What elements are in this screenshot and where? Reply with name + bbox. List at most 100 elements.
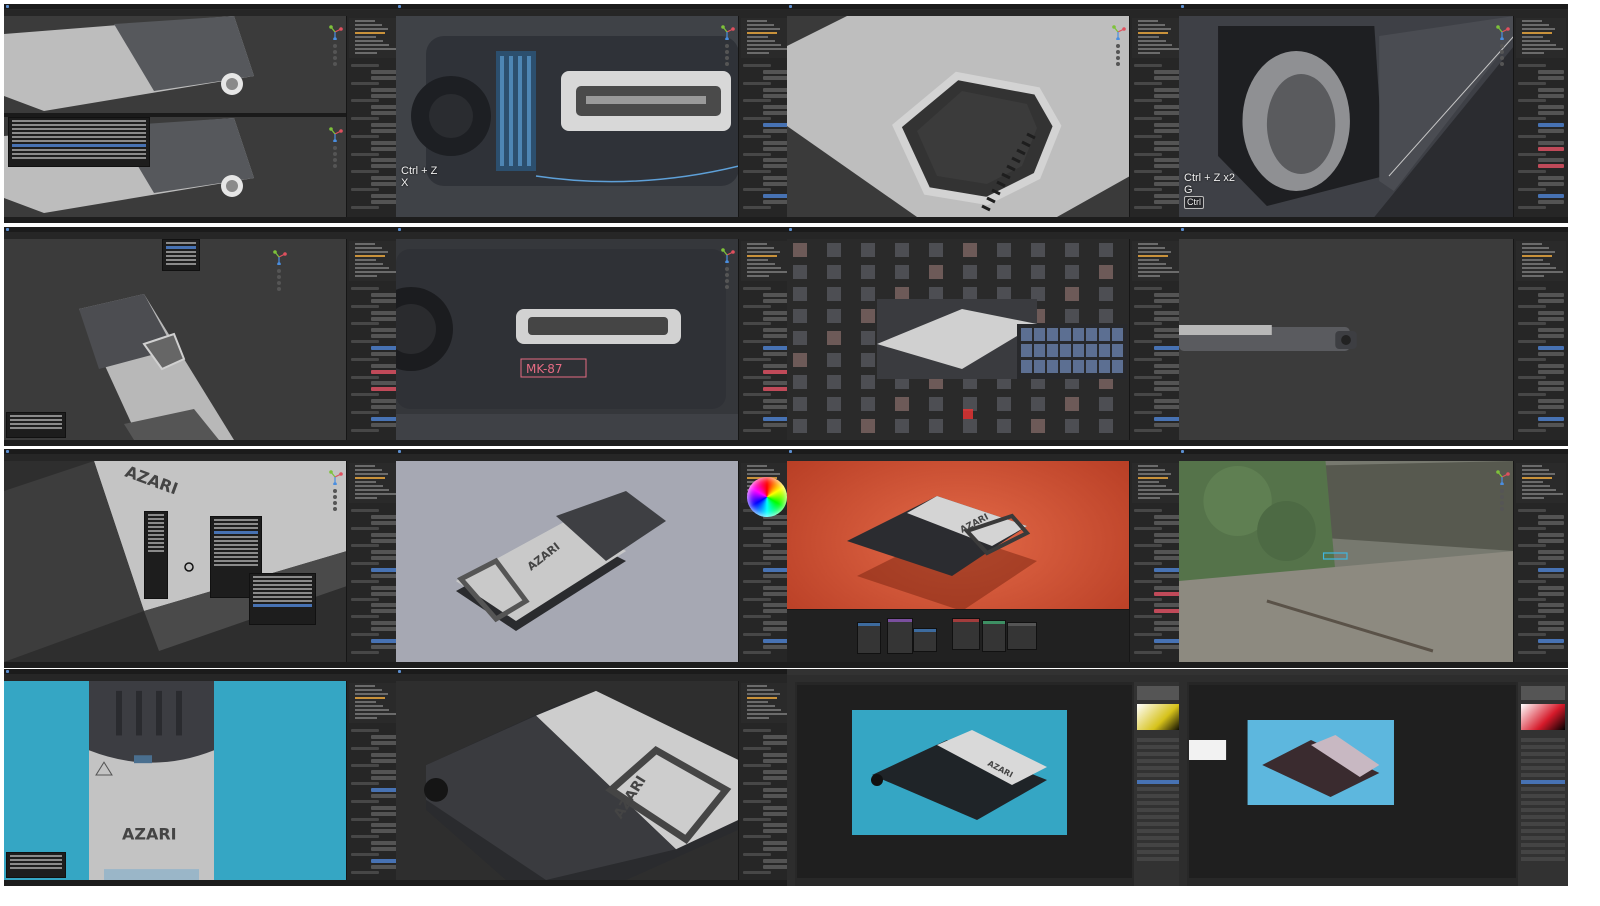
outliner-item[interactable]	[747, 709, 781, 711]
menu-bar[interactable]	[396, 454, 793, 469]
menu-entry[interactable]	[214, 523, 258, 525]
ps-layer-row[interactable]	[1521, 794, 1565, 798]
nav-button-icon[interactable]	[725, 50, 729, 54]
property-field[interactable]	[1538, 146, 1564, 151]
navigation-gizmo-icon[interactable]	[719, 247, 735, 263]
outliner-item[interactable]	[1138, 493, 1179, 495]
menu-entry[interactable]	[253, 580, 312, 582]
property-field[interactable]	[1538, 405, 1564, 409]
outliner-item[interactable]	[1138, 44, 1172, 46]
menu-entry[interactable]	[166, 259, 196, 261]
property-field[interactable]	[371, 585, 397, 590]
property-field[interactable]	[1538, 310, 1564, 315]
property-field[interactable]	[371, 638, 397, 643]
property-field[interactable]	[763, 416, 789, 421]
outliner-item[interactable]	[1522, 481, 1543, 483]
menu-entry[interactable]	[253, 604, 312, 607]
property-field[interactable]	[371, 199, 397, 204]
menu-entry[interactable]	[148, 534, 164, 536]
property-field[interactable]	[1538, 93, 1564, 98]
operator-field[interactable]	[10, 859, 62, 861]
nav-button-icon[interactable]	[333, 56, 337, 60]
3d-viewport[interactable]: AZARI	[396, 461, 739, 662]
property-field[interactable]	[371, 193, 397, 198]
outliner-item[interactable]	[355, 493, 396, 495]
property-field[interactable]	[1538, 416, 1564, 421]
ps-layers-panel[interactable]	[1134, 682, 1184, 886]
outliner-item[interactable]	[1522, 493, 1563, 495]
property-field[interactable]	[1154, 146, 1180, 151]
outliner-item[interactable]	[1138, 36, 1159, 38]
property-field[interactable]	[1154, 627, 1180, 631]
nav-button-icon[interactable]	[333, 146, 337, 150]
outliner[interactable]	[349, 463, 399, 503]
outliner[interactable]	[1516, 463, 1566, 503]
ps-layer-row[interactable]	[1521, 752, 1565, 756]
outliner-item[interactable]	[355, 251, 388, 253]
property-field[interactable]	[371, 334, 397, 339]
property-field[interactable]	[763, 609, 789, 614]
outliner-item[interactable]	[1522, 473, 1555, 475]
property-field[interactable]	[1538, 111, 1564, 116]
nav-button-icon[interactable]	[725, 56, 729, 60]
property-field[interactable]	[371, 627, 397, 631]
operator-field[interactable]	[10, 863, 62, 865]
property-field[interactable]	[1154, 310, 1180, 315]
outliner-item[interactable]	[355, 469, 382, 471]
outliner-item[interactable]	[1522, 32, 1552, 34]
color-wheel-icon[interactable]	[747, 477, 787, 517]
property-field[interactable]	[1538, 87, 1564, 92]
property-field[interactable]	[371, 182, 397, 186]
outliner[interactable]	[349, 241, 399, 281]
property-field[interactable]	[371, 603, 397, 608]
property-field[interactable]	[371, 123, 397, 127]
outliner-item[interactable]	[355, 263, 383, 265]
menu-entry[interactable]	[148, 538, 164, 540]
outliner-item[interactable]	[1522, 243, 1542, 245]
3d-viewport[interactable]	[4, 239, 347, 440]
property-field[interactable]	[1538, 644, 1564, 649]
outliner-item[interactable]	[355, 709, 389, 711]
property-field[interactable]	[1154, 538, 1180, 543]
menu-bar[interactable]	[787, 232, 1184, 247]
property-field[interactable]	[763, 811, 789, 816]
property-field[interactable]	[1154, 603, 1180, 608]
navigation-gizmo-icon[interactable]	[719, 24, 735, 40]
property-field[interactable]	[371, 346, 397, 350]
menu-entry[interactable]	[148, 546, 164, 548]
nav-button-icon[interactable]	[1500, 62, 1504, 66]
property-field[interactable]	[371, 776, 397, 781]
submenu[interactable]	[249, 573, 316, 625]
property-field[interactable]	[763, 585, 789, 590]
property-field[interactable]	[763, 351, 789, 356]
property-field[interactable]	[371, 105, 397, 110]
property-field[interactable]	[371, 316, 397, 321]
property-field[interactable]	[371, 369, 397, 374]
ps-tools-panel[interactable]	[787, 682, 795, 886]
menu-entry[interactable]	[12, 128, 146, 130]
outliner-item[interactable]	[355, 701, 376, 703]
nav-button-icon[interactable]	[333, 489, 337, 493]
outliner-item[interactable]	[1138, 40, 1166, 42]
property-field[interactable]	[371, 811, 397, 816]
property-field[interactable]	[1154, 520, 1180, 525]
nav-button-icon[interactable]	[333, 62, 337, 66]
property-field[interactable]	[763, 805, 789, 810]
property-field[interactable]	[763, 369, 789, 374]
property-field[interactable]	[371, 788, 397, 792]
properties-panel[interactable]	[346, 461, 401, 662]
property-field[interactable]	[1154, 405, 1180, 409]
property-field[interactable]	[371, 823, 397, 828]
outliner-item[interactable]	[1522, 477, 1552, 479]
outliner-item[interactable]	[747, 705, 775, 707]
property-field[interactable]	[371, 416, 397, 421]
menu-entry[interactable]	[12, 153, 146, 155]
property-field[interactable]	[763, 298, 789, 303]
outliner-item[interactable]	[1522, 24, 1549, 26]
ps-canvas[interactable]: AZARI	[797, 685, 1132, 878]
outliner-item[interactable]	[1138, 263, 1166, 265]
property-field[interactable]	[1538, 638, 1564, 643]
property-field[interactable]	[763, 841, 789, 846]
property-field[interactable]	[1538, 292, 1564, 297]
property-field[interactable]	[1538, 128, 1564, 133]
